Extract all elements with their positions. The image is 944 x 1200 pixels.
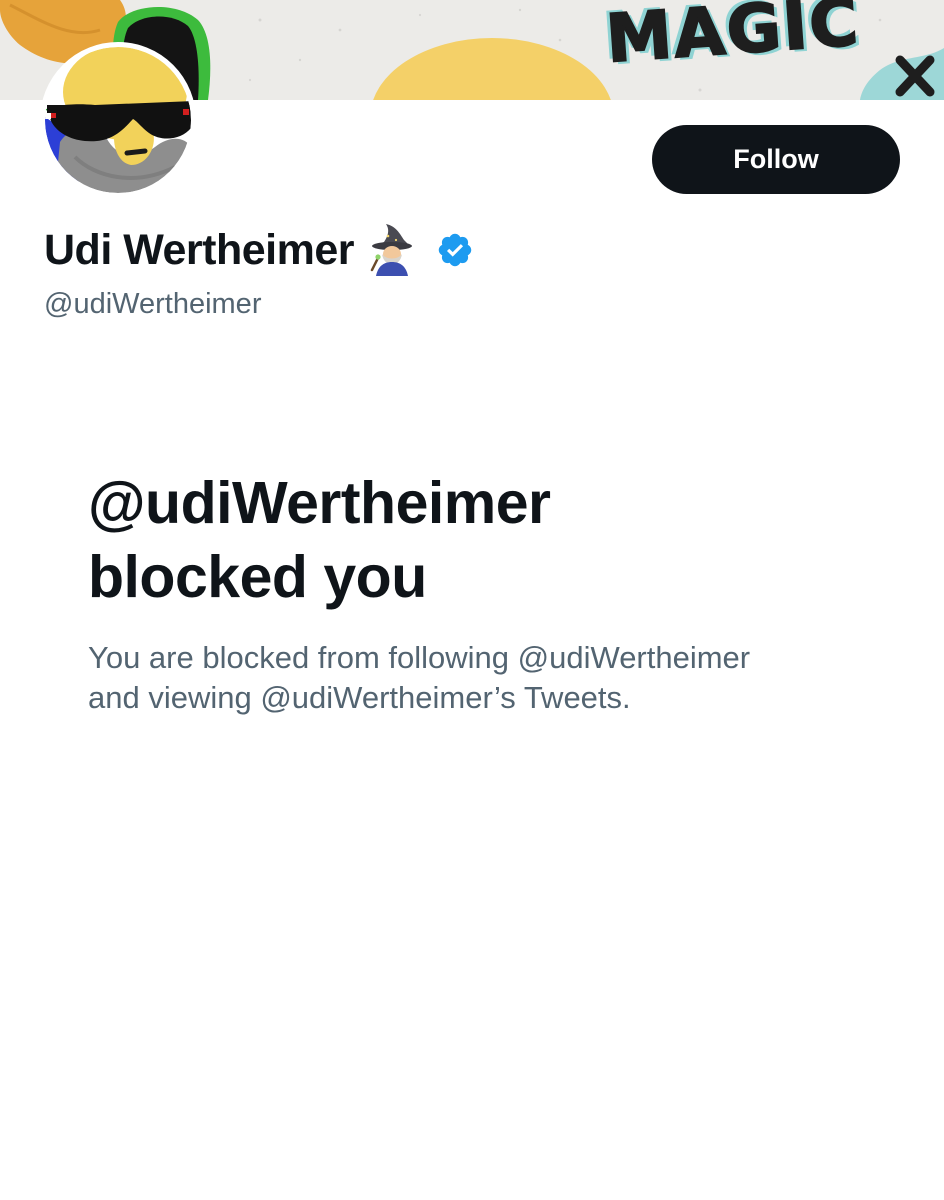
blocked-description: You are blocked from following @udiWerth…: [88, 638, 908, 718]
blocked-title-line1: @udiWertheimer: [88, 470, 551, 536]
display-name: Udi Wertheimer: [44, 225, 355, 274]
blocked-title-line2: blocked you: [88, 544, 427, 610]
verified-badge-icon[interactable]: [436, 231, 474, 269]
wizard-icon: [368, 224, 416, 276]
avatar[interactable]: [40, 42, 196, 198]
blocked-description-line1: You are blocked from following @udiWerth…: [88, 640, 751, 675]
blocked-title: @udiWertheimer blocked you: [88, 466, 888, 614]
blocked-description-line2: and viewing @udiWertheimer’s Tweets.: [88, 680, 631, 715]
follow-button[interactable]: Follow: [652, 125, 900, 194]
avatar-image: [45, 47, 191, 193]
profile-page: MAGIC Follow Udi Wertheimer @udiWertheim…: [0, 0, 944, 1200]
profile-name-row: Udi Wertheimer: [44, 222, 474, 278]
profile-handle: @udiWertheimer: [44, 288, 262, 320]
